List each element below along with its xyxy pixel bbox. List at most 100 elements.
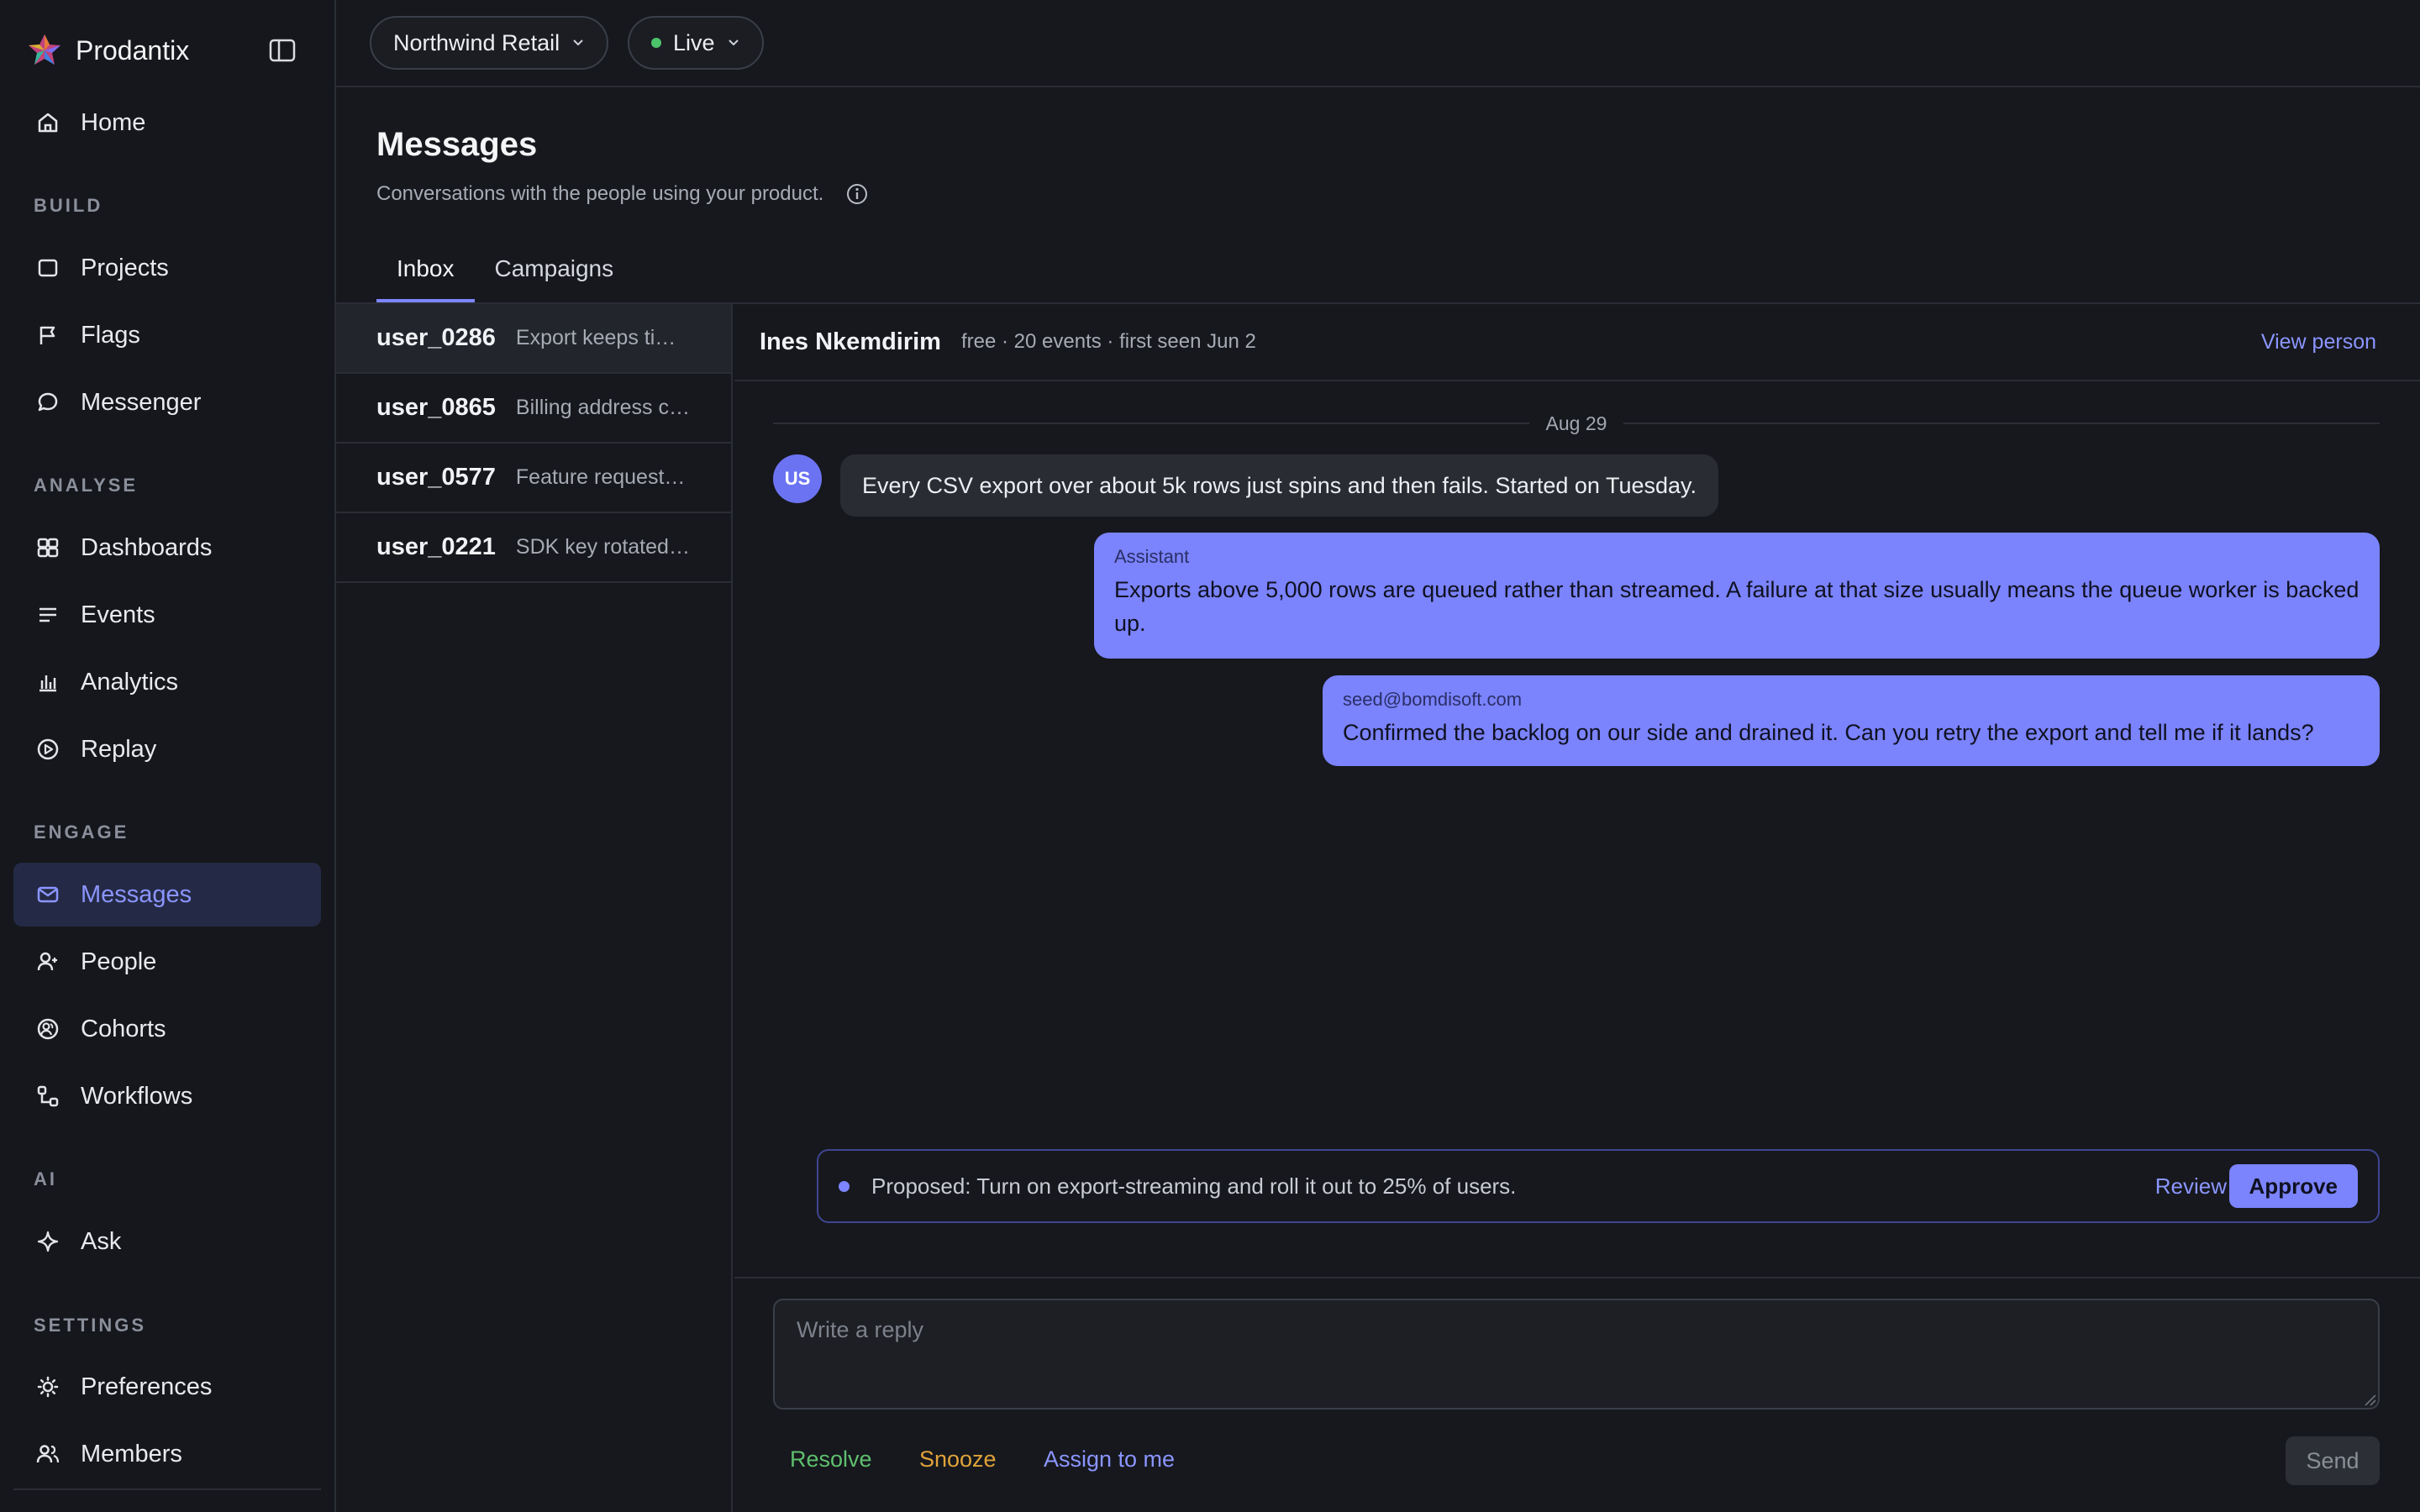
sidebar-item-flags[interactable]: Flags: [13, 303, 321, 367]
sidebar-item-label: Cohorts: [81, 1015, 166, 1042]
chat-bubble-icon: [35, 390, 60, 415]
dashboard-icon: [35, 535, 60, 560]
sidebar-item-dashboards[interactable]: Dashboards: [13, 516, 321, 580]
sidebar-panel-icon: [269, 39, 296, 62]
proposal-text: Proposed: Turn on export-streaming and r…: [871, 1173, 1517, 1199]
message-author: Assistant: [1114, 546, 1190, 567]
sidebar-item-label: Messenger: [81, 388, 202, 416]
divider: [1623, 423, 2380, 424]
date-separator: Aug 29: [773, 411, 2380, 436]
sidebar-item-preferences[interactable]: Preferences: [13, 1355, 321, 1419]
conversation-list: user_0286 Export keeps timing out user_0…: [336, 304, 733, 1512]
section-label-ai: AI: [34, 1168, 57, 1189]
sidebar-item-label: Messages: [81, 880, 192, 908]
live-status-dot: [651, 38, 661, 48]
avatar: US: [773, 454, 822, 503]
top-bar: Northwind Retail Live: [336, 0, 2420, 87]
assign-to-me-button[interactable]: Assign to me: [1044, 1446, 1175, 1473]
chevron-down-icon: [728, 39, 739, 46]
person-name: Ines Nkemdirim: [760, 328, 941, 355]
sidebar-item-label: Members: [81, 1440, 182, 1467]
person-meta: free · 20 events · first seen Jun 2: [960, 330, 1256, 353]
conversation-preview: Feature request: dark mode: [515, 465, 691, 489]
conversation-row[interactable]: user_0865 Billing address change: [336, 374, 731, 444]
conversation-preview: SDK key rotated and now: [515, 535, 691, 559]
conversation-row[interactable]: user_0577 Feature request: dark mode: [336, 444, 731, 513]
message-text: Every CSV export over about 5k rows just…: [862, 472, 1697, 498]
sidebar-item-members[interactable]: Members: [13, 1422, 321, 1486]
review-button[interactable]: Review: [2155, 1173, 2227, 1200]
sidebar-item-label: Home: [81, 108, 146, 136]
message-bubble-outgoing: Assistant Exports above 5,000 rows are q…: [1094, 533, 2380, 659]
conversation-preview: Billing address change: [515, 396, 691, 419]
sidebar-item-analytics[interactable]: Analytics: [13, 650, 321, 714]
sidebar-item-label: Projects: [81, 254, 169, 281]
flag-icon: [35, 323, 60, 348]
workspace-selector[interactable]: Northwind Retail: [370, 16, 609, 70]
sidebar-item-messenger[interactable]: Messenger: [13, 370, 321, 434]
message-text: Confirmed the backlog on our side and dr…: [1343, 720, 2314, 745]
sidebar-item-cohorts[interactable]: Cohorts: [13, 997, 321, 1061]
conversation-row[interactable]: user_0221 SDK key rotated and now: [336, 513, 731, 583]
sidebar-item-label: Replay: [81, 735, 157, 763]
mail-icon: [35, 882, 60, 907]
conversation-preview: Export keeps timing out: [515, 326, 691, 349]
proposal-dot: [839, 1180, 850, 1192]
section-label-settings: SETTINGS: [34, 1315, 147, 1336]
person-icon: [35, 949, 60, 974]
sidebar-item-home[interactable]: Home: [13, 91, 321, 155]
conversation-user: user_0865: [376, 394, 496, 421]
workspace-name: Northwind Retail: [393, 29, 560, 55]
conversation-user: user_0577: [376, 464, 496, 491]
conversation-row[interactable]: user_0286 Export keeps timing out: [336, 304, 731, 374]
sidebar-item-messages[interactable]: Messages: [13, 863, 321, 927]
snooze-button[interactable]: Snooze: [919, 1446, 997, 1473]
resize-handle-icon[interactable]: [2363, 1393, 2376, 1406]
sidebar-item-ask[interactable]: Ask: [13, 1210, 321, 1273]
send-button[interactable]: Send: [2286, 1436, 2380, 1485]
home-icon: [35, 110, 60, 135]
view-person-link[interactable]: View person: [2261, 330, 2376, 354]
sidebar-item-events[interactable]: Events: [13, 583, 321, 647]
bar-chart-icon: [35, 669, 60, 695]
sidebar-item-label: Ask: [81, 1227, 122, 1255]
tab-campaigns[interactable]: Campaigns: [475, 249, 634, 302]
sidebar: Prodantix Home BUILD Projects Flags Mess…: [0, 0, 336, 1512]
sidebar-divider: [13, 1488, 321, 1490]
environment-name: Live: [673, 29, 715, 55]
sidebar-item-label: Flags: [81, 321, 140, 349]
date-label: Aug 29: [1545, 412, 1607, 434]
thread-header: Ines Nkemdirim free · 20 events · first …: [734, 304, 2420, 381]
environment-selector[interactable]: Live: [628, 16, 764, 70]
chevron-down-icon: [573, 39, 583, 46]
message-bubble-outgoing: seed@bomdisoft.com Confirmed the backlog…: [1323, 675, 2380, 766]
sidebar-item-replay[interactable]: Replay: [13, 717, 321, 781]
sidebar-item-people[interactable]: People: [13, 930, 321, 994]
sidebar-item-label: People: [81, 948, 157, 975]
users-icon: [35, 1441, 60, 1467]
workflow-icon: [35, 1084, 60, 1109]
tabs: Inbox Campaigns: [376, 249, 634, 302]
resolve-button[interactable]: Resolve: [790, 1446, 872, 1473]
tab-inbox[interactable]: Inbox: [376, 249, 475, 302]
info-icon[interactable]: [845, 182, 869, 206]
sidebar-toggle-button[interactable]: [266, 35, 299, 66]
sidebar-item-label: Analytics: [81, 668, 179, 696]
sidebar-item-label: Preferences: [81, 1373, 213, 1400]
sidebar-item-projects[interactable]: Projects: [13, 236, 321, 300]
sparkle-icon: [35, 1229, 60, 1254]
play-circle-icon: [35, 737, 60, 762]
prodantix-logo-icon: [29, 34, 60, 65]
approve-button[interactable]: Approve: [2228, 1164, 2358, 1208]
reply-input[interactable]: [773, 1299, 2380, 1410]
sidebar-item-workflows[interactable]: Workflows: [13, 1064, 321, 1128]
message-author: seed@bomdisoft.com: [1343, 689, 1523, 710]
proposal-card: Proposed: Turn on export-streaming and r…: [817, 1149, 2380, 1223]
page-title: Messages: [376, 126, 538, 163]
brand[interactable]: Prodantix: [27, 32, 189, 69]
conversation-user: user_0221: [376, 533, 496, 560]
composer-divider: [734, 1277, 2420, 1278]
list-lines-icon: [35, 602, 60, 627]
cohort-icon: [35, 1016, 60, 1042]
page-subtitle: Conversations with the people using your…: [376, 182, 869, 206]
